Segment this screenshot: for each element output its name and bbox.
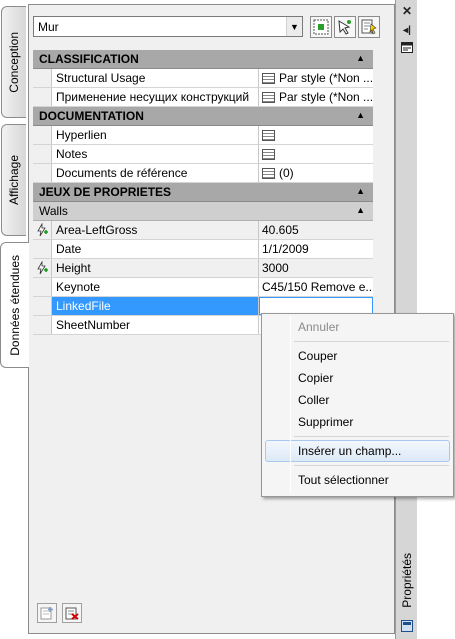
property-value[interactable]: C45/150 Remove e... <box>259 278 373 296</box>
property-row[interactable]: Применение несущих конструкций Par style… <box>33 88 373 107</box>
chevron-down-icon[interactable]: ▼ <box>286 17 302 36</box>
category-title: JEUX DE PROPRIETES <box>39 185 172 199</box>
property-value[interactable]: (0) <box>259 164 373 182</box>
list-icon <box>262 72 275 84</box>
property-name: Structural Usage <box>51 69 259 87</box>
property-row[interactable]: Date 1/1/2009 <box>33 240 373 259</box>
menu-item-couper[interactable]: Couper <box>265 345 450 367</box>
category-title: DOCUMENTATION <box>39 109 144 123</box>
property-name: LinkedFile <box>51 297 259 315</box>
select-objects-button[interactable] <box>310 16 332 38</box>
tab-donnees-etendues-label: Données étendues <box>8 254 22 356</box>
property-grid: CLASSIFICATION ▲ Structural Usage Par st… <box>33 50 373 335</box>
collapse-icon[interactable]: ▲ <box>356 110 365 120</box>
property-value[interactable]: Par style (*Non ... <box>259 88 373 106</box>
menu-separator <box>294 465 449 466</box>
property-name: Keynote <box>51 278 259 296</box>
property-name: Documents de référence <box>51 164 259 182</box>
collapse-icon[interactable]: ▲ <box>356 53 365 63</box>
property-row[interactable]: Hyperlien <box>33 126 373 145</box>
properties-palette: Conception Affichage Données étendues Mu… <box>0 0 455 639</box>
property-row[interactable]: Keynote C45/150 Remove e... <box>33 278 373 297</box>
property-name: SheetNumber <box>51 316 259 334</box>
property-row[interactable]: Notes <box>33 145 373 164</box>
remove-property-sets-button[interactable] <box>62 603 82 623</box>
select-objects-icon <box>313 19 329 35</box>
toggle-pickadd-icon <box>361 19 377 35</box>
object-type-combo[interactable]: Mur ▼ <box>33 16 303 37</box>
object-type-value: Mur <box>38 19 59 34</box>
menu-item-inserer-champ[interactable]: Insérer un champ... <box>265 440 450 462</box>
quick-select-button[interactable] <box>334 16 356 38</box>
list-icon <box>262 129 275 141</box>
properties-menu-icon[interactable] <box>399 40 415 54</box>
property-value: 40.605 <box>259 221 373 239</box>
menu-item-tout-selectionner[interactable]: Tout sélectionner <box>265 469 450 491</box>
category-classification[interactable]: CLASSIFICATION ▲ <box>33 50 373 69</box>
add-property-set-icon <box>40 607 53 620</box>
menu-separator <box>294 341 449 342</box>
add-property-sets-button[interactable] <box>37 603 57 623</box>
property-name: Notes <box>51 145 259 163</box>
context-menu: Annuler Couper Copier Coller Supprimer I… <box>261 313 454 497</box>
menu-separator <box>294 436 449 437</box>
close-icon[interactable]: ✕ <box>399 4 415 18</box>
list-icon <box>262 148 275 160</box>
property-value: 3000 <box>259 259 373 277</box>
property-name: Date <box>51 240 259 258</box>
property-value[interactable]: 1/1/2009 <box>259 240 373 258</box>
autohide-icon[interactable]: ◂| <box>399 23 415 37</box>
property-value[interactable] <box>259 145 373 163</box>
property-name: Area-LeftGross <box>51 221 259 239</box>
palette-tabs: Conception Affichage Données étendues <box>0 0 30 639</box>
automatic-property-icon <box>37 261 48 275</box>
palette-icon[interactable] <box>399 619 415 633</box>
menu-item-copier[interactable]: Copier <box>265 367 450 389</box>
list-icon <box>262 167 275 179</box>
property-value[interactable]: Par style (*Non ... <box>259 69 373 87</box>
property-value[interactable] <box>259 126 373 144</box>
subcategory-walls[interactable]: Walls ▲ <box>33 202 373 221</box>
tab-conception-label: Conception <box>7 31 21 93</box>
property-name: Hyperlien <box>51 126 259 144</box>
tab-affichage[interactable]: Affichage <box>1 124 26 236</box>
category-title: CLASSIFICATION <box>39 52 139 66</box>
palette-title: Propriétés <box>400 552 414 608</box>
list-icon <box>262 91 275 103</box>
property-row[interactable]: Documents de référence (0) <box>33 164 373 183</box>
tab-affichage-label: Affichage <box>7 155 21 205</box>
property-row[interactable]: Area-LeftGross 40.605 <box>33 221 373 240</box>
tab-conception[interactable]: Conception <box>1 6 26 118</box>
toggle-pickadd-button[interactable] <box>358 16 380 38</box>
collapse-icon[interactable]: ▲ <box>356 205 365 215</box>
menu-item-coller[interactable]: Coller <box>265 389 450 411</box>
property-name: Применение несущих конструкций <box>51 88 259 106</box>
property-row[interactable]: Height 3000 <box>33 259 373 278</box>
menu-item-annuler: Annuler <box>298 320 340 334</box>
automatic-property-icon <box>37 223 48 237</box>
remove-property-set-icon <box>65 607 79 620</box>
tab-donnees-etendues[interactable]: Données étendues <box>0 242 29 368</box>
property-row[interactable]: Structural Usage Par style (*Non ... <box>33 69 373 88</box>
category-property-sets[interactable]: JEUX DE PROPRIETES ▲ <box>33 183 373 202</box>
subcategory-title: Walls <box>39 204 68 218</box>
category-documentation[interactable]: DOCUMENTATION ▲ <box>33 107 373 126</box>
quick-select-icon <box>338 20 351 35</box>
menu-item-supprimer[interactable]: Supprimer <box>265 411 450 433</box>
property-name: Height <box>51 259 259 277</box>
collapse-icon[interactable]: ▲ <box>356 186 365 196</box>
